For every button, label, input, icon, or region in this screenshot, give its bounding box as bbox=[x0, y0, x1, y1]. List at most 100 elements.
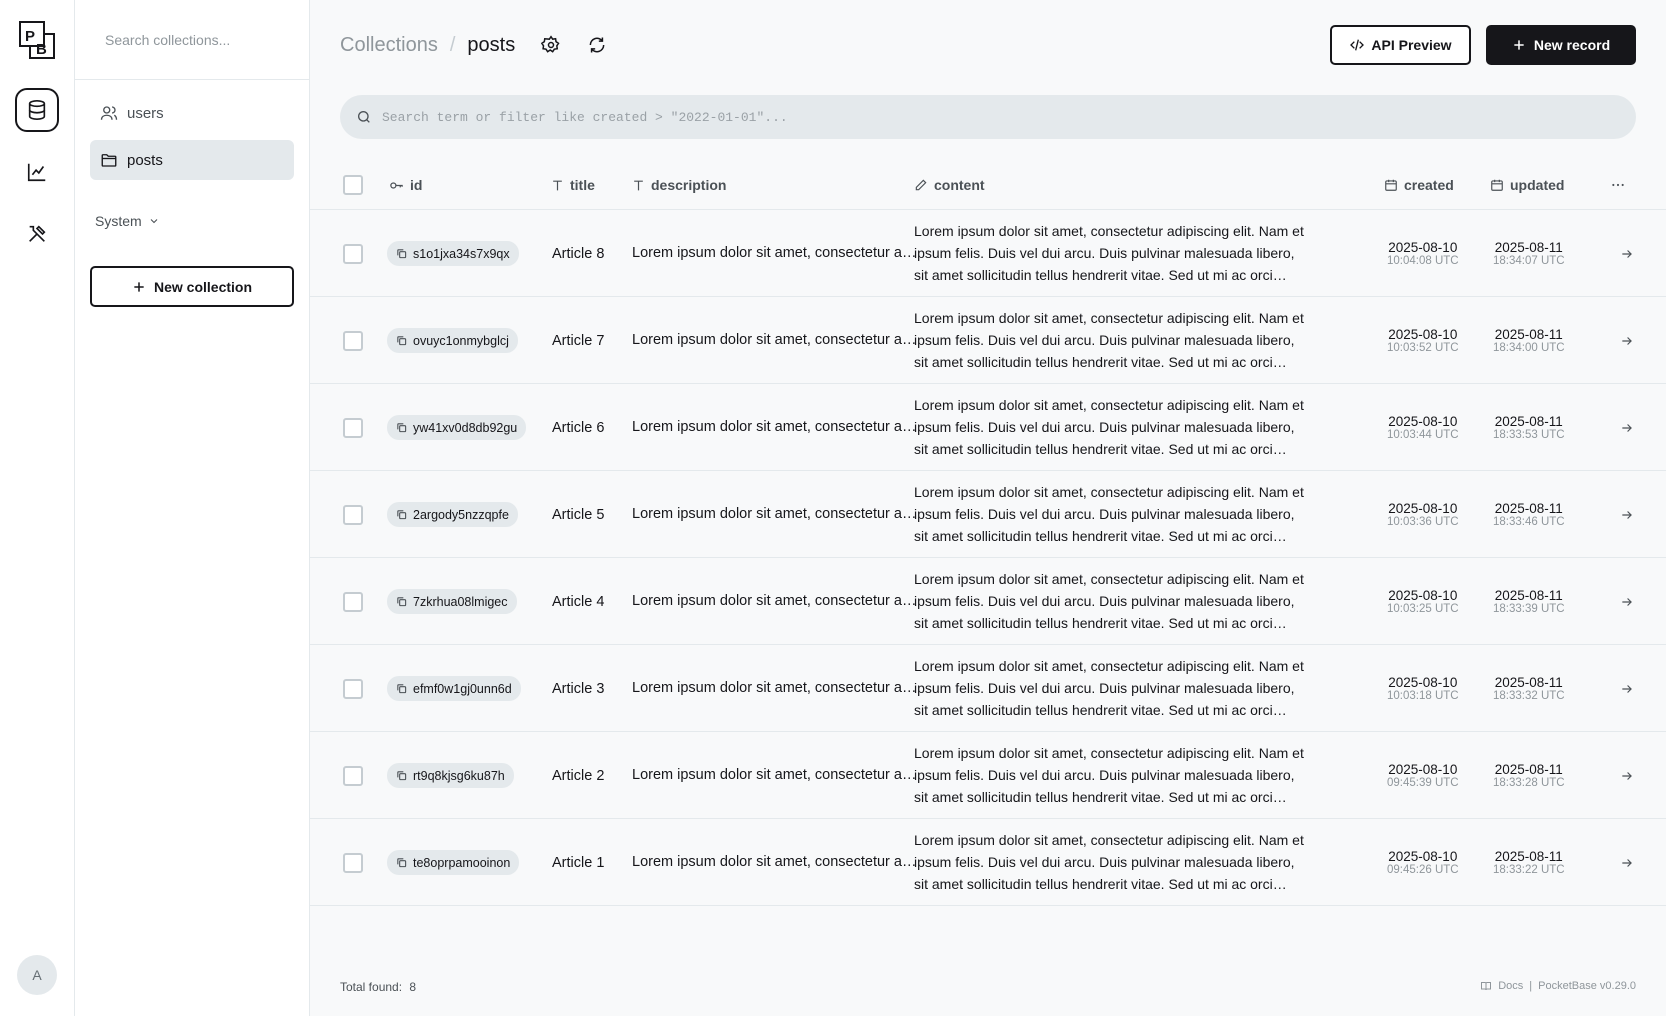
open-record-button[interactable] bbox=[1620, 732, 1634, 819]
column-header-description[interactable]: description bbox=[632, 160, 726, 210]
column-header-created[interactable]: created bbox=[1384, 160, 1454, 210]
select-all-checkbox[interactable] bbox=[343, 175, 363, 195]
created-time: 10:04:08 UTC bbox=[1387, 255, 1459, 267]
record-id-chip[interactable]: rt9q8kjsg6ku87h bbox=[387, 763, 514, 788]
copy-icon bbox=[396, 509, 407, 520]
created-date: 2025-08-10 bbox=[1388, 762, 1458, 777]
table-row[interactable]: yw41xv0d8db92gu Article 6 Lorem ipsum do… bbox=[310, 384, 1666, 471]
column-header-title[interactable]: title bbox=[551, 160, 595, 210]
record-id-chip[interactable]: te8oprpamooinon bbox=[387, 850, 520, 875]
row-select-cell bbox=[343, 558, 363, 645]
pencil-icon bbox=[914, 178, 928, 192]
content-text: Lorem ipsum dolor sit amet, consectetur … bbox=[914, 832, 1304, 892]
description-cell: Lorem ipsum dolor sit amet, consectetur … bbox=[632, 732, 917, 819]
row-checkbox[interactable] bbox=[343, 765, 363, 786]
breadcrumb-root[interactable]: Collections bbox=[340, 34, 438, 57]
record-id: te8oprpamooinon bbox=[413, 855, 511, 870]
created-cell: 2025-08-10 10:03:52 UTC bbox=[1387, 297, 1459, 384]
description-text: Lorem ipsum dolor sit amet, consectetur … bbox=[632, 767, 917, 783]
row-checkbox[interactable] bbox=[343, 243, 363, 264]
record-id-chip[interactable]: yw41xv0d8db92gu bbox=[387, 415, 527, 440]
updated-date: 2025-08-11 bbox=[1494, 762, 1563, 777]
row-checkbox[interactable] bbox=[343, 591, 363, 612]
new-record-label: New record bbox=[1533, 37, 1611, 53]
rail-settings-button[interactable] bbox=[15, 212, 59, 256]
sidebar-item-posts[interactable]: posts bbox=[90, 140, 294, 180]
row-checkbox[interactable] bbox=[343, 417, 363, 438]
new-record-button[interactable]: New record bbox=[1486, 25, 1636, 65]
pocketbase-logo[interactable]: P B bbox=[18, 20, 56, 60]
gear-icon[interactable] bbox=[537, 31, 565, 59]
rail-logs-button[interactable] bbox=[15, 150, 59, 194]
row-checkbox[interactable] bbox=[343, 504, 363, 525]
columns-menu-button[interactable] bbox=[1610, 160, 1626, 210]
sidebar-item-users[interactable]: users bbox=[90, 93, 294, 133]
new-collection-button[interactable]: New collection bbox=[90, 266, 294, 307]
open-record-button[interactable] bbox=[1620, 210, 1634, 297]
open-record-button[interactable] bbox=[1620, 558, 1634, 645]
records-table: id title description content created upd… bbox=[310, 160, 1666, 906]
title-cell: Article 8 bbox=[552, 245, 605, 262]
updated-time: 18:33:22 UTC bbox=[1493, 864, 1565, 876]
open-record-button[interactable] bbox=[1620, 645, 1634, 732]
row-checkbox[interactable] bbox=[343, 330, 363, 351]
record-id-chip[interactable]: 2argody5nzzqpfe bbox=[387, 502, 518, 527]
api-preview-button[interactable]: API Preview bbox=[1330, 25, 1471, 65]
folder-icon bbox=[100, 151, 118, 169]
row-select-cell bbox=[343, 732, 363, 819]
table-row[interactable]: 7zkrhua08lmigec Article 4 Lorem ipsum do… bbox=[310, 558, 1666, 645]
column-header-updated[interactable]: updated bbox=[1490, 160, 1564, 210]
table-row[interactable]: te8oprpamooinon Article 1 Lorem ipsum do… bbox=[310, 819, 1666, 906]
table-row[interactable]: s1o1jxa34s7x9qx Article 8 Lorem ipsum do… bbox=[310, 210, 1666, 297]
records-search-input[interactable] bbox=[382, 109, 1582, 125]
content-cell: Lorem ipsum dolor sit amet, consectetur … bbox=[914, 471, 1304, 558]
key-icon bbox=[389, 178, 404, 193]
system-collections-toggle[interactable]: System bbox=[95, 213, 160, 229]
table-row[interactable]: rt9q8kjsg6ku87h Article 2 Lorem ipsum do… bbox=[310, 732, 1666, 819]
column-label: description bbox=[651, 177, 727, 193]
column-label: created bbox=[1404, 177, 1454, 193]
version-link[interactable]: PocketBase v0.29.0 bbox=[1538, 980, 1636, 992]
updated-cell: 2025-08-11 18:34:00 UTC bbox=[1493, 297, 1565, 384]
description-text: Lorem ipsum dolor sit amet, consectetur … bbox=[632, 593, 917, 609]
new-collection-label: New collection bbox=[153, 278, 253, 295]
description-text: Lorem ipsum dolor sit amet, consectetur … bbox=[632, 419, 917, 435]
created-time: 10:03:18 UTC bbox=[1387, 690, 1459, 702]
avatar[interactable]: A bbox=[17, 955, 57, 995]
refresh-icon[interactable] bbox=[583, 31, 611, 59]
copy-icon bbox=[396, 596, 407, 607]
column-header-id[interactable]: id bbox=[389, 160, 422, 210]
updated-time: 18:33:28 UTC bbox=[1493, 777, 1565, 789]
updated-date: 2025-08-11 bbox=[1494, 675, 1563, 690]
breadcrumb: Collections / posts bbox=[340, 24, 611, 66]
rail-collections-button[interactable] bbox=[15, 88, 59, 132]
docs-link[interactable]: Docs bbox=[1498, 980, 1523, 992]
table-row[interactable]: ovuyc1onmybglcj Article 7 Lorem ipsum do… bbox=[310, 297, 1666, 384]
open-record-button[interactable] bbox=[1620, 819, 1634, 906]
column-label: content bbox=[934, 177, 985, 193]
collections-search-input[interactable] bbox=[105, 31, 295, 48]
record-id-chip[interactable]: ovuyc1onmybglcj bbox=[387, 328, 518, 353]
record-id-chip[interactable]: 7zkrhua08lmigec bbox=[387, 589, 517, 614]
record-id-chip[interactable]: efmf0w1gj0unn6d bbox=[387, 676, 521, 701]
arrow-right-icon bbox=[1620, 595, 1634, 609]
main-panel: Collections / posts API Preview New reco… bbox=[310, 0, 1666, 1016]
row-checkbox[interactable] bbox=[343, 852, 363, 873]
copy-icon bbox=[396, 248, 407, 259]
open-record-button[interactable] bbox=[1620, 384, 1634, 471]
table-row[interactable]: 2argody5nzzqpfe Article 5 Lorem ipsum do… bbox=[310, 471, 1666, 558]
column-header-content[interactable]: content bbox=[914, 160, 985, 210]
open-record-button[interactable] bbox=[1620, 297, 1634, 384]
updated-time: 18:33:32 UTC bbox=[1493, 690, 1565, 702]
created-time: 10:03:52 UTC bbox=[1387, 342, 1459, 354]
description-text: Lorem ipsum dolor sit amet, consectetur … bbox=[632, 245, 917, 261]
updated-cell: 2025-08-11 18:33:46 UTC bbox=[1493, 471, 1565, 558]
plus-icon bbox=[1512, 38, 1526, 52]
table-row[interactable]: efmf0w1gj0unn6d Article 3 Lorem ipsum do… bbox=[310, 645, 1666, 732]
record-id-chip[interactable]: s1o1jxa34s7x9qx bbox=[387, 241, 519, 266]
arrow-right-icon bbox=[1620, 856, 1634, 870]
text-icon bbox=[551, 179, 564, 192]
row-checkbox[interactable] bbox=[343, 678, 363, 699]
content-cell: Lorem ipsum dolor sit amet, consectetur … bbox=[914, 210, 1304, 297]
open-record-button[interactable] bbox=[1620, 471, 1634, 558]
